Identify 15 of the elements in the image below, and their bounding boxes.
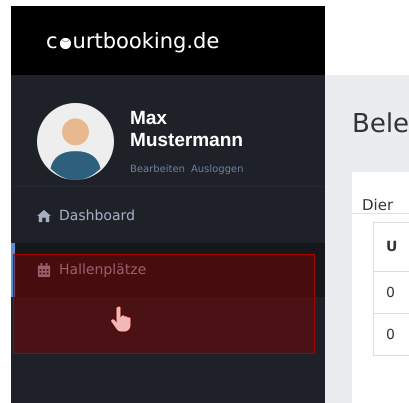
table-cell: 0: [374, 272, 409, 314]
profile-link[interactable]: Ausloggen: [190, 164, 244, 175]
hand-cursor-icon: [110, 305, 134, 333]
page-heading: Bele: [352, 109, 409, 139]
table-header: U: [374, 223, 409, 272]
table-cell: 0: [374, 314, 409, 356]
card-title: Dier: [352, 172, 409, 214]
ball-icon: [58, 36, 72, 50]
profile-link[interactable]: Bearbeiten: [130, 164, 185, 175]
nav-item[interactable]: Dashboard: [7, 197, 325, 235]
nav-item[interactable]: Hallenplätze: [11, 243, 325, 297]
home-icon: [37, 209, 51, 223]
logo[interactable]: c urtbooking.de: [11, 6, 325, 75]
user-name: Max Mustermann: [130, 108, 244, 152]
calendar-icon: [37, 263, 51, 277]
